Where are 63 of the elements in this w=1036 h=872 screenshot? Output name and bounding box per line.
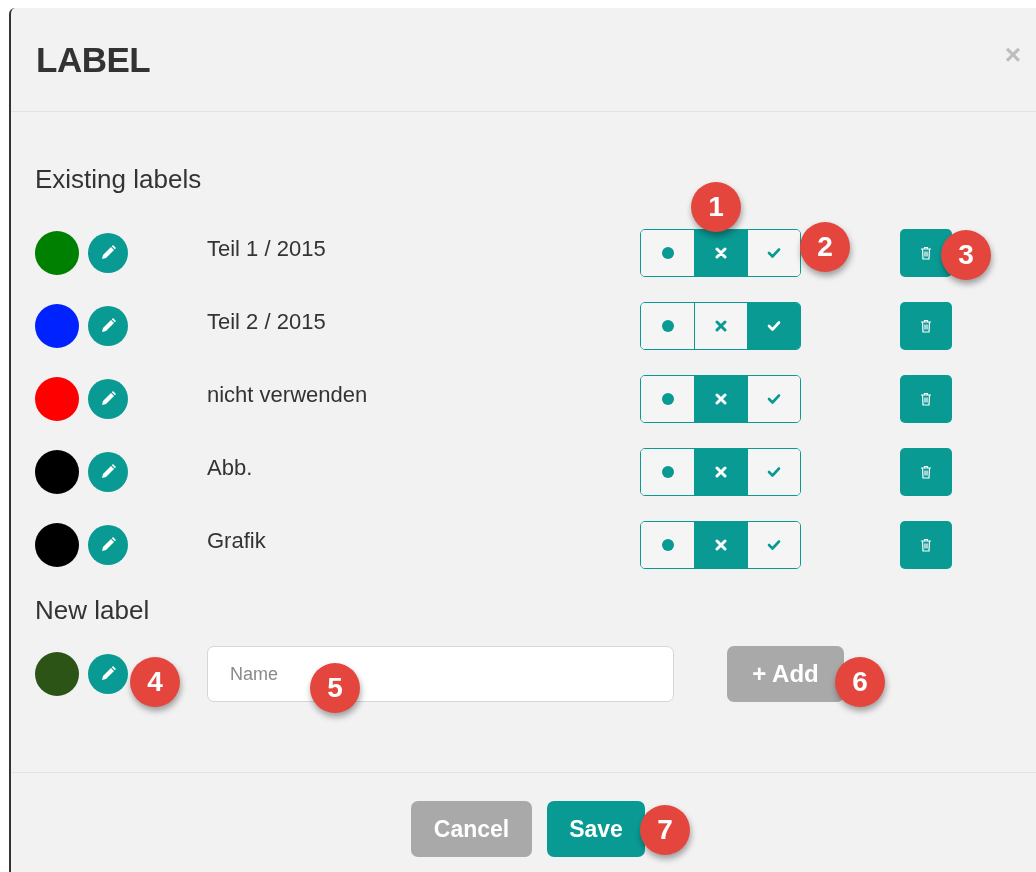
pencil-icon [99, 535, 117, 554]
trash-icon [920, 464, 932, 479]
label-name: Abb. [207, 454, 254, 481]
toggle-option[interactable] [747, 448, 800, 495]
edit-color-button[interactable] [88, 524, 128, 565]
cross-icon [715, 392, 727, 405]
check-icon [767, 319, 781, 332]
dot-icon [660, 537, 675, 552]
trash-icon [920, 245, 932, 260]
toggle-option[interactable] [694, 521, 747, 568]
trash-icon [920, 537, 932, 552]
label-name: Grafik [207, 527, 267, 554]
label-name: Teil 1 / 2015 [207, 235, 327, 262]
pencil-icon [99, 665, 117, 683]
delete-button[interactable] [900, 374, 952, 423]
save-button[interactable]: Save [547, 801, 645, 857]
label-name: nicht verwenden [207, 381, 369, 408]
edit-color-button[interactable] [88, 654, 128, 694]
toggle-option[interactable] [747, 229, 800, 276]
edit-color-button[interactable] [88, 305, 128, 346]
edit-color-button[interactable] [88, 451, 128, 492]
section-heading: Existing labels [35, 164, 203, 196]
cross-icon [715, 465, 727, 478]
close-button[interactable]: × [1004, 38, 1021, 71]
cross-icon [715, 246, 727, 259]
check-icon [767, 465, 781, 478]
add-button[interactable]: + Add [727, 646, 844, 702]
toggle-option[interactable] [694, 229, 747, 276]
check-icon [767, 392, 781, 405]
dot-icon [660, 464, 675, 479]
color-swatch[interactable] [35, 303, 79, 348]
color-swatch[interactable] [35, 522, 79, 567]
dot-icon [660, 391, 675, 406]
section-heading: New label [35, 595, 151, 627]
delete-button[interactable] [900, 520, 952, 569]
edit-color-button[interactable] [88, 232, 128, 273]
color-swatch[interactable] [35, 230, 79, 275]
color-swatch[interactable] [35, 652, 79, 696]
cross-icon [715, 319, 727, 332]
cross-icon [715, 538, 727, 551]
edit-color-button[interactable] [88, 378, 128, 419]
label-name: Teil 2 / 2015 [207, 308, 327, 335]
color-swatch[interactable] [35, 376, 79, 421]
delete-button[interactable] [900, 447, 952, 496]
pencil-icon [99, 462, 117, 481]
delete-button[interactable] [900, 301, 952, 350]
pencil-icon [99, 316, 117, 335]
trash-icon [920, 391, 932, 406]
color-swatch[interactable] [35, 449, 79, 494]
toggle-option[interactable] [747, 302, 800, 349]
pencil-icon [99, 243, 117, 262]
toggle-option[interactable] [747, 521, 800, 568]
dot-icon [660, 245, 675, 260]
check-icon [767, 246, 781, 259]
dot-icon [660, 318, 675, 333]
pencil-icon [99, 389, 117, 408]
dialog-title: LABEL [36, 39, 151, 80]
toggle-option[interactable] [747, 375, 800, 422]
toggle-option[interactable] [694, 375, 747, 422]
toggle-option[interactable] [694, 448, 747, 495]
cancel-button[interactable]: Cancel [411, 801, 532, 857]
check-icon [767, 538, 781, 551]
trash-icon [920, 318, 932, 333]
